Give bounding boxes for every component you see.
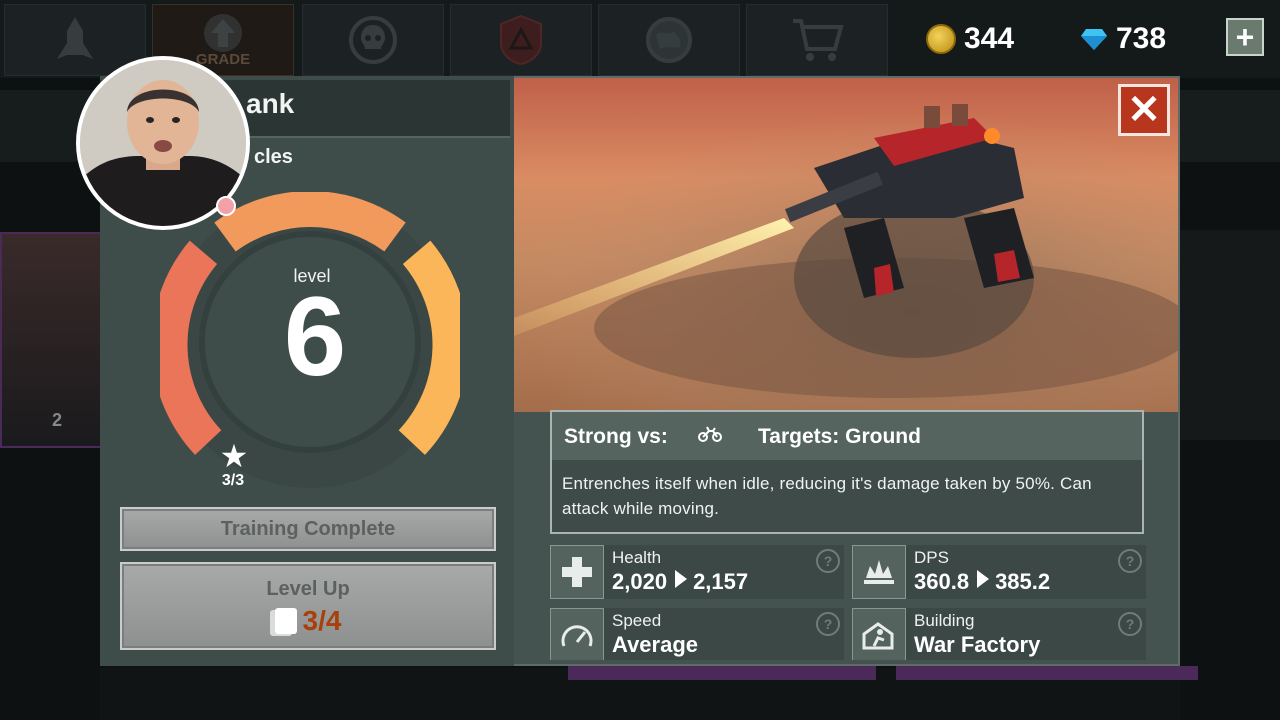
level-up-label: Level Up [266, 578, 350, 600]
stat-dps: DPS 360.8 385.2 ? [852, 545, 1146, 599]
health-label: Health [612, 548, 662, 567]
building-label: Building [914, 611, 975, 630]
building-value: War Factory [914, 632, 1041, 657]
help-icon[interactable]: ? [816, 549, 840, 573]
stat-building: Building War Factory ? [852, 608, 1146, 660]
gem-amount: 738 [1116, 22, 1167, 55]
health-value: 2,020 2,157 [612, 569, 749, 594]
unit-description: Entrenches itself when idle, reducing it… [562, 474, 1092, 518]
recording-indicator [216, 196, 236, 216]
gold-counter: 344 [926, 16, 1014, 62]
background-card-edge [568, 666, 876, 680]
level-up-button[interactable]: Level Up 3/4 [120, 562, 496, 650]
background-card-edge [896, 666, 1198, 680]
skull-crosshair-icon [349, 16, 397, 64]
health-cross-icon [550, 545, 604, 599]
arrow-right-icon [977, 570, 990, 588]
arrow-right-icon [675, 570, 688, 588]
speed-value: Average [612, 632, 699, 657]
tab-globe[interactable] [598, 4, 740, 76]
speed-label: Speed [612, 611, 662, 630]
background-unit-card-left: 2 [0, 232, 104, 448]
stat-speed: Speed Average ? [550, 608, 844, 660]
globe-icon [646, 17, 692, 63]
help-icon[interactable]: ? [816, 612, 840, 636]
help-icon[interactable]: ? [1118, 612, 1142, 636]
unit-title: ank [246, 88, 295, 119]
dps-crown-icon [852, 545, 906, 599]
dps-label: DPS [914, 548, 949, 567]
tab-hazard[interactable] [450, 4, 592, 76]
help-icon[interactable]: ? [1118, 549, 1142, 573]
shopping-cart-icon [793, 19, 844, 61]
unit-category: cles [254, 146, 293, 168]
strong-vs-label: Strong vs: [564, 425, 668, 448]
card-icon [274, 608, 297, 634]
background-unit-card-right [1180, 230, 1280, 440]
star-count: 3/3 [221, 472, 245, 489]
upgrade-arrow-icon [204, 13, 242, 52]
tab-upgrade-label: GRADE [195, 50, 251, 68]
gold-amount: 344 [964, 22, 1015, 55]
targets-label: Targets: Ground [758, 425, 921, 448]
level-number: 6 [283, 274, 347, 399]
tab-shop[interactable] [746, 4, 888, 76]
tab-skull[interactable] [302, 4, 444, 76]
diamond-icon [1081, 29, 1107, 50]
card-progress: 3/4 [122, 605, 494, 637]
dps-value: 360.8 385.2 [914, 569, 1051, 594]
rocket-icon [57, 17, 93, 59]
tank-illustration [514, 78, 1178, 412]
unit-artwork [514, 78, 1178, 412]
card-count: 3/4 [302, 605, 342, 636]
stat-health: Health 2,020 2,157 ? [550, 545, 844, 599]
gem-counter: 738 [1080, 16, 1166, 62]
close-button[interactable]: ✕ [1118, 84, 1170, 136]
background-card-count: 2 [52, 410, 63, 430]
hazard-shield-icon [500, 14, 542, 66]
motorbike-icon [698, 425, 722, 448]
training-complete-button[interactable]: Training Complete [120, 507, 496, 551]
gold-coin-icon [926, 24, 956, 54]
speedometer-icon [550, 608, 604, 660]
factory-icon [852, 608, 906, 660]
add-currency-button[interactable]: + [1226, 18, 1264, 56]
star-icon: ★ [219, 438, 249, 474]
